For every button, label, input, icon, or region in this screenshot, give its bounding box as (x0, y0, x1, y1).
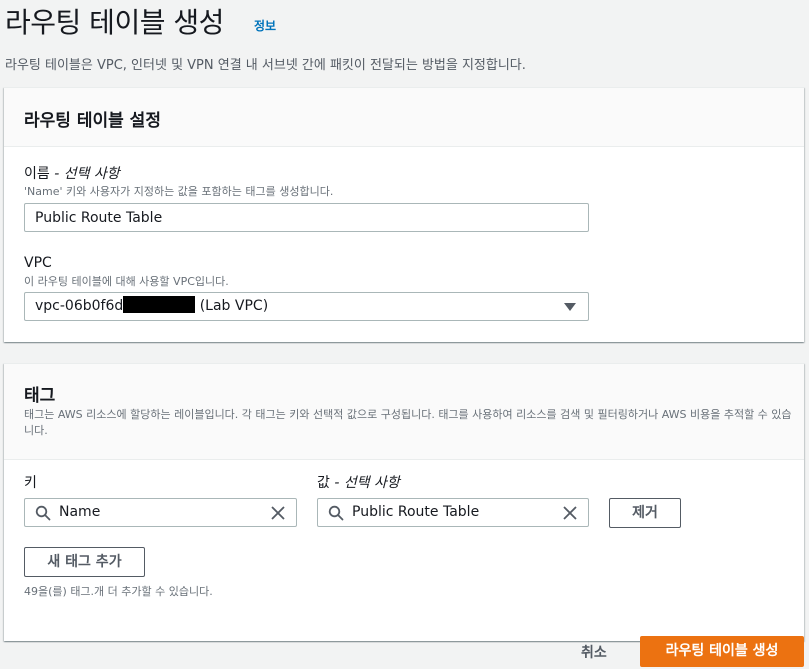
info-link[interactable]: 정보 (254, 17, 276, 34)
tag-value-value: Public Route Table (352, 504, 480, 520)
page-title: 라우팅 테이블 생성 (5, 6, 224, 39)
tag-key-label: 키 (24, 475, 37, 491)
search-icon (328, 505, 344, 521)
tags-panel-title: 태그 (24, 386, 56, 406)
create-route-table-button[interactable]: 라우팅 테이블 생성 (640, 636, 804, 667)
name-label-optional: - 선택 사항 (49, 166, 120, 182)
clear-icon[interactable] (270, 505, 286, 521)
tag-key-value: Name (59, 504, 101, 520)
tag-value-input[interactable]: Public Route Table (317, 498, 589, 527)
clear-icon[interactable] (562, 505, 578, 521)
search-icon (35, 505, 51, 521)
vpc-select-value-suffix: (Lab VPC) (195, 298, 269, 314)
caret-down-icon (564, 303, 576, 311)
route-table-settings-panel: 라우팅 테이블 설정 이름 - 선택 사항 'Name' 키와 사용자가 지정하… (4, 87, 804, 342)
name-field-description: 'Name' 키와 사용자가 지정하는 값을 포함하는 태그를 생성합니다. (24, 185, 334, 198)
name-field-label: 이름 - 선택 사항 (24, 163, 120, 183)
name-input[interactable] (24, 203, 589, 232)
tag-value-label: 값 - 선택 사항 (317, 472, 400, 492)
add-new-tag-button[interactable]: 새 태그 추가 (24, 547, 145, 577)
page-description: 라우팅 테이블은 VPC, 인터넷 및 VPN 연결 내 서브넷 간에 패킷이 … (5, 58, 526, 73)
remaining-tags-note: 49을(를) 태그.개 더 추가할 수 있습니다. (24, 585, 213, 598)
tags-panel-header: 태그 태그는 AWS 리소스에 할당하는 레이블입니다. 각 태그는 키와 선택… (4, 364, 804, 460)
tags-panel: 태그 태그는 AWS 리소스에 할당하는 레이블입니다. 각 태그는 키와 선택… (4, 363, 804, 641)
settings-panel-header: 라우팅 테이블 설정 (4, 88, 804, 147)
vpc-field-description: 이 라우팅 테이블에 대해 사용할 VPC입니다. (24, 275, 229, 288)
vpc-select[interactable]: vpc-06b0f6d (Lab VPC) (24, 292, 589, 321)
cancel-button[interactable]: 취소 (581, 642, 607, 662)
tag-value-label-optional: - 선택 사항 (329, 475, 400, 491)
name-label-text: 이름 (24, 166, 50, 182)
tag-key-input[interactable]: Name (24, 498, 297, 527)
redacted-block (123, 296, 196, 313)
tag-value-label-text: 값 (317, 475, 330, 491)
tags-panel-description: 태그는 AWS 리소스에 할당하는 레이블입니다. 각 태그는 키와 선택적 값… (24, 408, 792, 437)
vpc-field-label: VPC (24, 255, 52, 271)
remove-tag-button[interactable]: 제거 (609, 498, 681, 528)
settings-panel-title: 라우팅 테이블 설정 (24, 111, 161, 131)
vpc-select-value-prefix: vpc-06b0f6d (35, 298, 124, 314)
